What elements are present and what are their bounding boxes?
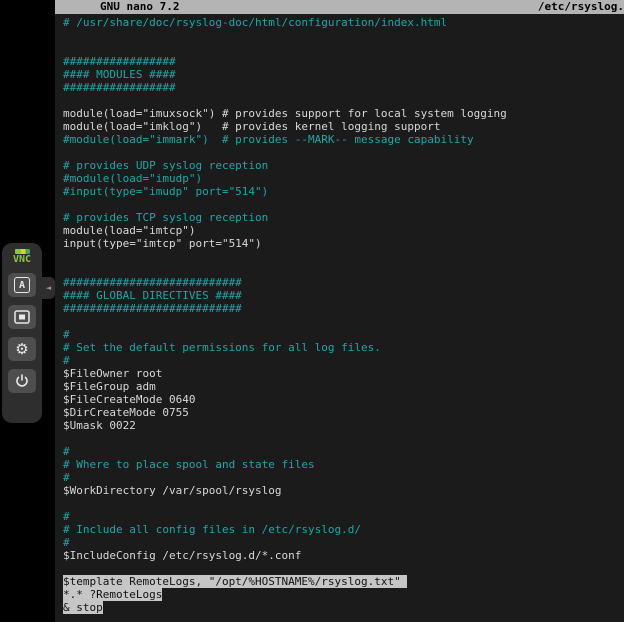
novnc-logo-text: VNC — [13, 255, 31, 265]
comment-text: #module(load="imudp") — [63, 172, 202, 185]
editor-line[interactable]: ########################### — [63, 276, 624, 289]
editor-line[interactable]: #### MODULES #### — [63, 68, 624, 81]
editor-line[interactable] — [63, 146, 624, 159]
editor-line[interactable]: input(type="imtcp" port="514") — [63, 237, 624, 250]
comment-text: # — [63, 471, 70, 484]
comment-text: # — [63, 354, 70, 367]
editor-line[interactable]: module(load="imtcp") — [63, 224, 624, 237]
terminal[interactable]: GNU nano 7.2 /etc/rsyslog. # /usr/share/… — [55, 0, 624, 622]
config-text: module(load="imklog") # provides kernel … — [63, 120, 441, 133]
nano-titlebar: GNU nano 7.2 /etc/rsyslog. — [55, 0, 624, 14]
config-text: module(load="imtcp") — [63, 224, 195, 237]
editor-line[interactable]: $Umask 0022 — [63, 419, 624, 432]
editor-line[interactable] — [63, 42, 624, 55]
config-text: $FileOwner root — [63, 367, 162, 380]
editor-line[interactable]: module(load="imklog") # provides kernel … — [63, 120, 624, 133]
editor-line[interactable]: ################# — [63, 55, 624, 68]
collapse-arrow-icon: ◄ — [46, 284, 51, 292]
comment-text: ################# — [63, 81, 176, 94]
settings-button[interactable]: ⚙ — [8, 337, 36, 361]
comment-text: # — [63, 328, 70, 341]
editor-line[interactable]: ################# — [63, 81, 624, 94]
fullscreen-icon — [14, 310, 30, 324]
terminal-content[interactable]: # /usr/share/doc/rsyslog-doc/html/config… — [55, 14, 624, 614]
comment-text: # provides UDP syslog reception — [63, 159, 268, 172]
editor-line[interactable] — [63, 94, 624, 107]
marked-text: & stop — [63, 601, 103, 614]
editor-line[interactable] — [63, 562, 624, 575]
editor-line[interactable]: # — [63, 471, 624, 484]
editor-line[interactable]: #input(type="imudp" port="514") — [63, 185, 624, 198]
editor-line[interactable] — [63, 432, 624, 445]
comment-text: #### MODULES #### — [63, 68, 176, 81]
config-text: $Umask 0022 — [63, 419, 136, 432]
comment-text: #### GLOBAL DIRECTIVES #### — [63, 289, 242, 302]
editor-line[interactable]: $IncludeConfig /etc/rsyslog.d/*.conf — [63, 549, 624, 562]
comment-text: # Include all config files in /etc/rsysl… — [63, 523, 361, 536]
marked-text: $template RemoteLogs, "/opt/%HOSTNAME%/r… — [63, 575, 407, 588]
editor-line[interactable]: # — [63, 445, 624, 458]
config-text: $FileCreateMode 0640 — [63, 393, 195, 406]
editor-line[interactable] — [63, 497, 624, 510]
editor-line[interactable]: & stop — [63, 601, 624, 614]
editor-line[interactable] — [63, 198, 624, 211]
editor-line[interactable]: # — [63, 536, 624, 549]
comment-text: #input(type="imudp" port="514") — [63, 185, 268, 198]
config-text: $DirCreateMode 0755 — [63, 406, 189, 419]
comment-text: # — [63, 536, 70, 549]
editor-line[interactable]: # provides UDP syslog reception — [63, 159, 624, 172]
keyboard-key-icon: A — [14, 277, 30, 293]
comment-text: # provides TCP syslog reception — [63, 211, 268, 224]
comment-text: # — [63, 510, 70, 523]
editor-line[interactable]: *.* ?RemoteLogs — [63, 588, 624, 601]
editor-line[interactable]: # — [63, 354, 624, 367]
editor-line[interactable] — [63, 263, 624, 276]
editor-line[interactable]: #### GLOBAL DIRECTIVES #### — [63, 289, 624, 302]
editor-line[interactable]: # Where to place spool and state files — [63, 458, 624, 471]
editor-line[interactable]: # /usr/share/doc/rsyslog-doc/html/config… — [63, 16, 624, 29]
config-text: $IncludeConfig /etc/rsyslog.d/*.conf — [63, 549, 301, 562]
editor-line[interactable]: #module(load="imudp") — [63, 172, 624, 185]
gear-icon: ⚙ — [15, 342, 28, 357]
nano-version: GNU nano 7.2 — [55, 0, 179, 14]
comment-text: # Where to place spool and state files — [63, 458, 315, 471]
editor-line[interactable]: # Set the default permissions for all lo… — [63, 341, 624, 354]
comment-text: # — [63, 445, 70, 458]
comment-text: # /usr/share/doc/rsyslog-doc/html/config… — [63, 16, 447, 29]
file-path: /etc/rsyslog. — [538, 0, 624, 14]
editor-line[interactable]: # — [63, 328, 624, 341]
editor-line[interactable] — [63, 29, 624, 42]
fullscreen-button[interactable] — [8, 305, 36, 329]
power-button[interactable] — [8, 369, 36, 393]
editor-line[interactable]: $DirCreateMode 0755 — [63, 406, 624, 419]
comment-text: ########################### — [63, 302, 242, 315]
editor-line[interactable] — [63, 250, 624, 263]
comment-text: ################# — [63, 55, 176, 68]
editor-line[interactable] — [63, 315, 624, 328]
power-icon — [15, 374, 29, 388]
config-text: module(load="imuxsock") # provides suppo… — [63, 107, 507, 120]
extra-keys-button[interactable]: A — [8, 273, 36, 297]
comment-text: #module(load="immark") # provides --MARK… — [63, 133, 474, 146]
toolbar-collapse-handle[interactable]: ◄ — [42, 277, 55, 299]
editor-line[interactable]: $FileGroup adm — [63, 380, 624, 393]
novnc-toolbar: VNC A ⚙ — [2, 243, 42, 423]
comment-text: ########################### — [63, 276, 242, 289]
comment-text: # Set the default permissions for all lo… — [63, 341, 381, 354]
editor-line[interactable]: $FileOwner root — [63, 367, 624, 380]
config-text: $WorkDirectory /var/spool/rsyslog — [63, 484, 282, 497]
config-text: $FileGroup adm — [63, 380, 156, 393]
editor-line[interactable]: $template RemoteLogs, "/opt/%HOSTNAME%/r… — [63, 575, 624, 588]
editor-line[interactable]: #module(load="immark") # provides --MARK… — [63, 133, 624, 146]
marked-text: *.* ?RemoteLogs — [63, 588, 162, 601]
editor-line[interactable]: # Include all config files in /etc/rsysl… — [63, 523, 624, 536]
editor-line[interactable]: # — [63, 510, 624, 523]
novnc-logo: VNC — [13, 249, 31, 265]
editor-line[interactable]: # provides TCP syslog reception — [63, 211, 624, 224]
editor-line[interactable]: $WorkDirectory /var/spool/rsyslog — [63, 484, 624, 497]
editor-line[interactable]: module(load="imuxsock") # provides suppo… — [63, 107, 624, 120]
editor-line[interactable]: ########################### — [63, 302, 624, 315]
editor-line[interactable]: $FileCreateMode 0640 — [63, 393, 624, 406]
config-text: input(type="imtcp" port="514") — [63, 237, 262, 250]
